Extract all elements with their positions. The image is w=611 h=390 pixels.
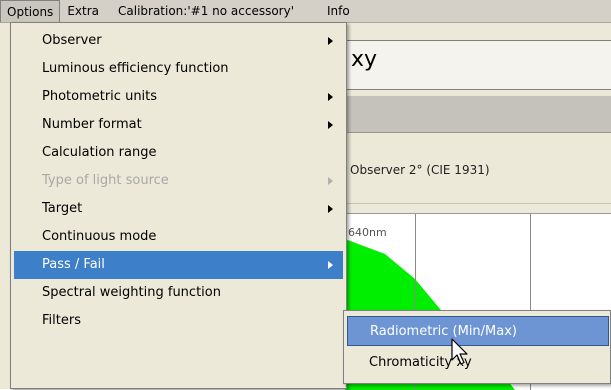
menu-item-type-of-light-source: Type of light source	[14, 167, 343, 195]
wavelength-label: 640nm	[348, 226, 387, 239]
menu-bar: Options Extra Calibration:'#1 no accesso…	[0, 0, 611, 23]
menu-item-label: Calculation range	[42, 145, 157, 160]
pass-fail-submenu: Radiometric (Min/Max) Chromaticity xy	[343, 310, 611, 384]
submenu-arrow-icon	[328, 37, 333, 45]
menu-item-label: Observer	[42, 33, 102, 48]
menu-item-filters[interactable]: Filters	[14, 307, 343, 335]
submenu-arrow-icon	[328, 205, 333, 213]
menu-options-label: Options	[7, 5, 54, 19]
menu-item-spectral-weighting[interactable]: Spectral weighting function	[14, 279, 343, 307]
menu-item-label: Photometric units	[42, 89, 158, 104]
menu-item-calculation-range[interactable]: Calculation range	[14, 139, 343, 167]
menu-item-label: Type of light source	[42, 173, 169, 188]
menu-item-observer[interactable]: Observer	[14, 27, 343, 55]
menu-info-label: Info	[327, 4, 350, 18]
menu-item-label: Pass / Fail	[42, 257, 105, 272]
menu-item-label: Number format	[42, 117, 142, 132]
menu-item-label: Filters	[42, 313, 81, 328]
menu-item-pass-fail[interactable]: Pass / Fail	[14, 251, 343, 279]
submenu-item-chromaticity-xy[interactable]: Chromaticity xy	[347, 348, 609, 378]
submenu-arrow-icon	[328, 177, 333, 185]
result-title: xy	[351, 47, 378, 72]
menu-item-target[interactable]: Target	[14, 195, 343, 223]
submenu-arrow-icon	[328, 261, 333, 269]
submenu-item-label: Radiometric (Min/Max)	[370, 324, 517, 339]
menu-extra-label: Extra	[67, 4, 99, 18]
observer-panel: Observer 2° (CIE 1931)	[345, 133, 611, 204]
mouse-pointer-icon	[451, 338, 468, 365]
menu-item-photometric-units[interactable]: Photometric units	[14, 83, 343, 111]
observer-text: Observer 2° (CIE 1931)	[350, 163, 490, 177]
submenu-arrow-icon	[328, 121, 333, 129]
submenu-arrow-icon	[328, 93, 333, 101]
menu-item-label: Target	[42, 201, 83, 216]
menu-extra[interactable]: Extra	[60, 0, 106, 22]
menu-item-label: Spectral weighting function	[42, 285, 221, 300]
submenu-item-radiometric[interactable]: Radiometric (Min/Max)	[347, 316, 609, 346]
header-band	[345, 96, 611, 133]
result-title-panel: xy	[345, 40, 611, 90]
calibration-status: Calibration:'#1 no accessory'	[118, 4, 295, 18]
menu-item-luminous-efficiency[interactable]: Luminous efficiency function	[14, 55, 343, 83]
menu-item-continuous-mode[interactable]: Continuous mode	[14, 223, 343, 251]
menu-options[interactable]: Options	[0, 0, 61, 22]
menu-item-number-format[interactable]: Number format	[14, 111, 343, 139]
menu-item-label: Luminous efficiency function	[42, 61, 229, 76]
options-dropdown-menu: Observer Luminous efficiency function Ph…	[10, 22, 347, 389]
menu-item-label: Continuous mode	[42, 229, 157, 244]
menu-info[interactable]: Info	[301, 0, 357, 22]
